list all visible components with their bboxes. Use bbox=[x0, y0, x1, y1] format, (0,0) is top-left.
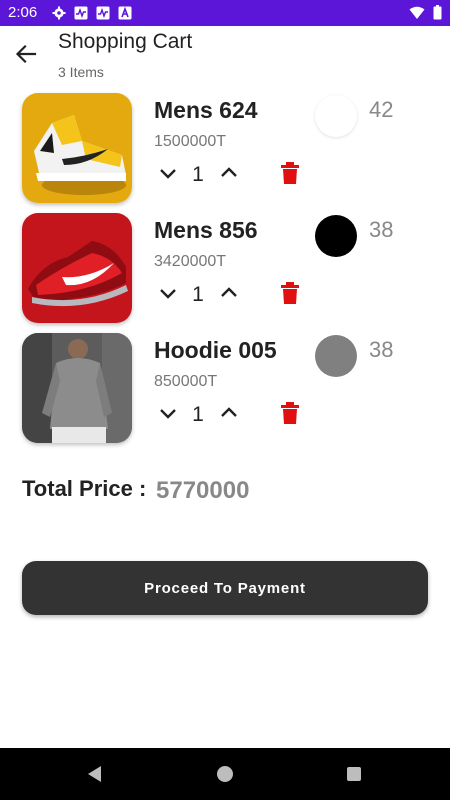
product-price: 3420000T bbox=[154, 253, 227, 270]
activity-icon bbox=[96, 6, 110, 20]
product-image-red-sneaker[interactable] bbox=[22, 213, 132, 323]
chevron-up-icon[interactable] bbox=[217, 161, 241, 185]
sneaker-image bbox=[22, 213, 132, 323]
color-swatch bbox=[315, 95, 357, 137]
item-count: 3 Items bbox=[58, 64, 104, 80]
total-price-value: 5770000 bbox=[156, 477, 250, 504]
status-bar: 2:06 bbox=[0, 0, 450, 26]
trash-icon[interactable] bbox=[279, 161, 301, 185]
trash-icon[interactable] bbox=[279, 401, 301, 425]
product-name: Hoodie 005 bbox=[154, 337, 277, 363]
arrow-left-icon bbox=[15, 44, 37, 64]
sneaker-image bbox=[22, 93, 132, 203]
wifi-icon bbox=[409, 6, 425, 19]
quantity-value: 1 bbox=[192, 283, 204, 306]
settings-icon bbox=[52, 6, 66, 20]
battery-icon bbox=[433, 5, 442, 20]
chevron-down-icon[interactable] bbox=[156, 401, 180, 425]
product-name: Mens 624 bbox=[154, 97, 258, 123]
home-circle-icon[interactable] bbox=[217, 766, 233, 782]
cart-item: Mens 856 3420000T 1 38 bbox=[0, 213, 450, 325]
chevron-up-icon[interactable] bbox=[217, 281, 241, 305]
cart-item: Mens 624 1500000T 1 42 bbox=[0, 93, 450, 205]
size-label: 42 bbox=[369, 97, 394, 122]
page-title: Shopping Cart bbox=[58, 30, 193, 53]
chevron-up-icon[interactable] bbox=[217, 401, 241, 425]
product-price: 850000T bbox=[154, 373, 218, 390]
quantity-value: 1 bbox=[192, 163, 204, 186]
system-nav-bar bbox=[0, 748, 450, 800]
chevron-down-icon[interactable] bbox=[156, 281, 180, 305]
quantity-value: 1 bbox=[192, 403, 204, 426]
proceed-to-payment-button[interactable]: Proceed To Payment bbox=[22, 561, 428, 615]
hoodie-image bbox=[22, 333, 132, 443]
product-name: Mens 856 bbox=[154, 217, 258, 243]
status-system-icons bbox=[409, 5, 442, 20]
cart-item: Hoodie 005 850000T 1 38 bbox=[0, 333, 450, 445]
size-label: 38 bbox=[369, 217, 394, 242]
product-image-yellow-sneaker[interactable] bbox=[22, 93, 132, 203]
product-price: 1500000T bbox=[154, 133, 227, 150]
back-button[interactable] bbox=[10, 38, 42, 70]
total-price-label: Total Price : bbox=[22, 476, 147, 501]
chevron-down-icon[interactable] bbox=[156, 161, 180, 185]
back-triangle-icon[interactable] bbox=[86, 765, 104, 783]
size-label: 38 bbox=[369, 337, 394, 362]
product-image-gray-hoodie[interactable] bbox=[22, 333, 132, 443]
color-swatch bbox=[315, 335, 357, 377]
color-swatch bbox=[315, 215, 357, 257]
recent-square-icon[interactable] bbox=[347, 767, 361, 781]
text-a-icon bbox=[118, 6, 132, 20]
activity-icon bbox=[74, 6, 88, 20]
status-time: 2:06 bbox=[8, 4, 38, 21]
trash-icon[interactable] bbox=[279, 281, 301, 305]
status-notification-icons bbox=[52, 6, 132, 20]
